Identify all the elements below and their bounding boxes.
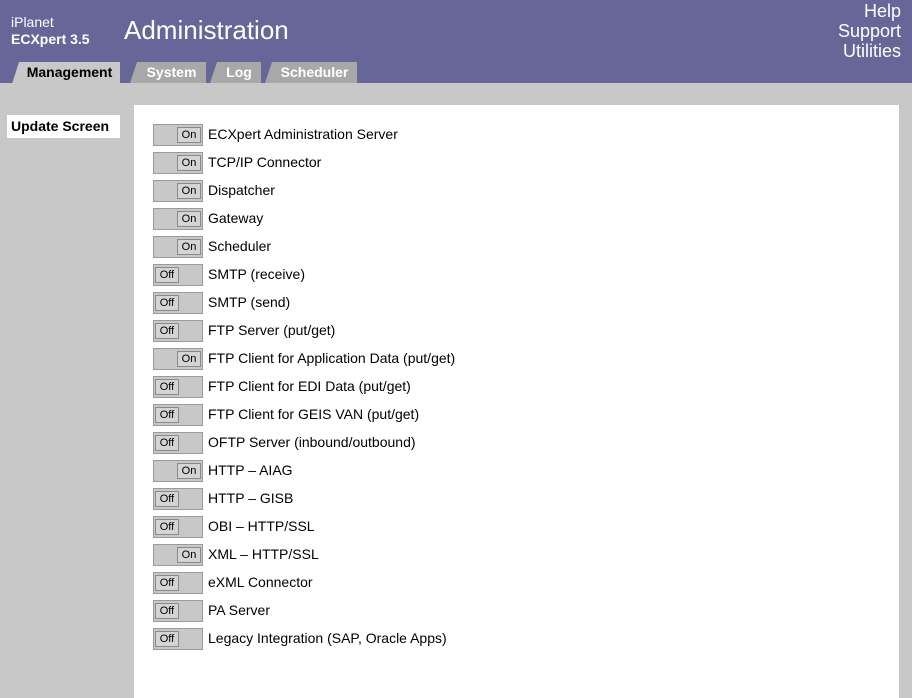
service-name: Scheduler xyxy=(208,238,272,254)
toggle-state-label: Off xyxy=(155,407,179,423)
service-name: Legacy Integration (SAP, Oracle Apps) xyxy=(208,630,447,646)
toggle-state-label: On xyxy=(177,211,201,227)
tab-log[interactable]: Log xyxy=(210,62,261,83)
toggle-state-label: Off xyxy=(155,295,179,311)
service-name: HTTP – AIAG xyxy=(208,462,293,478)
utilities-link[interactable]: Utilities xyxy=(838,41,901,61)
toggle-state-label: On xyxy=(177,463,201,479)
toggle-state-label: On xyxy=(177,239,201,255)
service-toggle[interactable]: Off xyxy=(153,600,203,622)
service-toggle[interactable]: Off xyxy=(153,488,203,510)
tab-system[interactable]: System xyxy=(130,62,206,83)
service-toggle[interactable]: Off xyxy=(153,516,203,538)
service-name: FTP Client for EDI Data (put/get) xyxy=(208,378,411,394)
service-name: FTP Client for Application Data (put/get… xyxy=(208,350,456,366)
service-toggle[interactable]: On xyxy=(153,460,203,482)
service-name: Dispatcher xyxy=(208,182,275,198)
service-name: eXML Connector xyxy=(208,574,313,590)
toggle-state-label: On xyxy=(177,183,201,199)
service-toggle[interactable]: Off xyxy=(153,376,203,398)
service-toggle[interactable]: On xyxy=(153,236,203,258)
service-name: TCP/IP Connector xyxy=(208,154,322,170)
service-name: SMTP (receive) xyxy=(208,266,305,282)
page-title: Administration xyxy=(124,15,289,45)
service-name: HTTP – GISB xyxy=(208,490,294,506)
toggle-state-label: Off xyxy=(155,491,179,507)
service-toggle[interactable]: Off xyxy=(153,264,203,286)
service-toggle[interactable]: Off xyxy=(153,404,203,426)
service-name: FTP Server (put/get) xyxy=(208,322,336,338)
services-panel: On ECXpert Administration Server On TCP/IP … xyxy=(134,105,899,698)
service-toggle[interactable]: On xyxy=(153,180,203,202)
app-header: iPlanet ECXpert 3.5 Administration Help … xyxy=(0,0,912,84)
toggle-state-label: Off xyxy=(155,379,179,395)
toggle-state-label: Off xyxy=(155,575,179,591)
service-name: FTP Client for GEIS VAN (put/get) xyxy=(208,406,420,422)
toggle-state-label: Off xyxy=(155,323,179,339)
toggle-state-label: Off xyxy=(155,603,179,619)
brand-name: iPlanet xyxy=(11,14,54,30)
toggle-state-label: Off xyxy=(155,435,179,451)
brand-product: ECXpert 3.5 xyxy=(11,31,90,47)
service-toggle[interactable]: On xyxy=(153,348,203,370)
tab-management[interactable]: Management xyxy=(12,62,120,84)
service-toggle[interactable]: Off xyxy=(153,320,203,342)
service-toggle[interactable]: Off xyxy=(153,432,203,454)
support-link[interactable]: Support xyxy=(838,21,901,41)
service-toggle[interactable]: On xyxy=(153,544,203,566)
update-screen-button[interactable]: Update Screen xyxy=(7,115,120,138)
service-toggle[interactable]: On xyxy=(153,124,203,146)
service-name: SMTP (send) xyxy=(208,294,291,310)
toggle-state-label: On xyxy=(177,155,201,171)
service-name: OBI – HTTP/SSL xyxy=(208,518,315,534)
toggle-state-label: Off xyxy=(155,519,179,535)
toggle-state-label: Off xyxy=(155,267,179,283)
service-toggle[interactable]: Off xyxy=(153,572,203,594)
help-link[interactable]: Help xyxy=(838,1,901,21)
toggle-state-label: On xyxy=(177,351,201,367)
service-toggle[interactable]: Off xyxy=(153,292,203,314)
service-toggle[interactable]: Off xyxy=(153,628,203,650)
service-name: ECXpert Administration Server xyxy=(208,126,398,142)
service-toggle[interactable]: On xyxy=(153,208,203,230)
service-name: Gateway xyxy=(208,210,264,226)
toggle-state-label: On xyxy=(177,127,201,143)
toggle-state-label: Off xyxy=(155,631,179,647)
top-links: Help Support Utilities xyxy=(838,1,901,61)
tab-scheduler[interactable]: Scheduler xyxy=(265,62,357,83)
service-toggle[interactable]: On xyxy=(153,152,203,174)
service-name: OFTP Server (inbound/outbound) xyxy=(208,434,416,450)
toggle-state-label: On xyxy=(177,547,201,563)
service-name: PA Server xyxy=(208,602,270,618)
service-name: XML – HTTP/SSL xyxy=(208,546,319,562)
